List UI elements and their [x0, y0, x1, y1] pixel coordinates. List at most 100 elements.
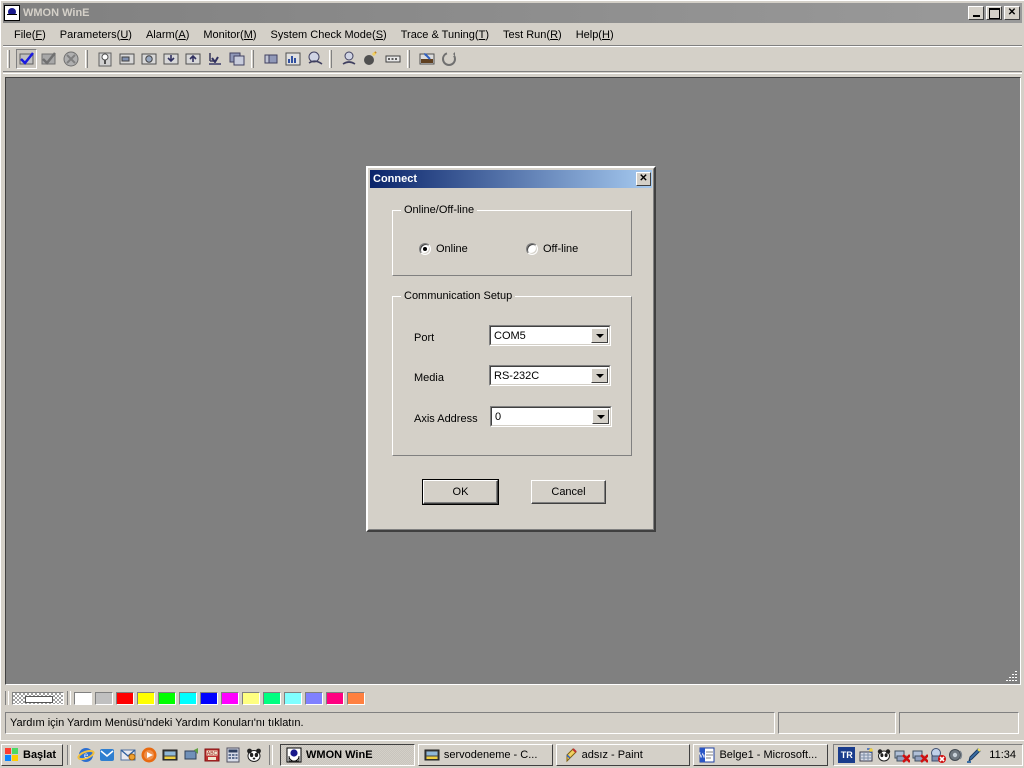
dialog-close-button[interactable]: ✕ — [636, 172, 651, 186]
palette-grip[interactable] — [5, 691, 9, 705]
language-indicator[interactable]: TR — [838, 746, 856, 763]
test-run-icon[interactable] — [416, 49, 437, 69]
media-combobox[interactable]: RS-232C — [489, 365, 611, 386]
help-icon[interactable] — [438, 49, 459, 69]
internet-explorer-icon[interactable]: e — [77, 746, 95, 764]
radio-offline[interactable]: Off-line — [526, 243, 578, 255]
panda-shield-icon[interactable] — [876, 747, 892, 763]
status-panel-2 — [778, 712, 896, 734]
panda-antivirus-icon[interactable] — [245, 746, 263, 764]
ok-button[interactable]: OK — [422, 479, 499, 505]
taskbar-task-label: adsız - Paint — [581, 748, 643, 761]
palette-swatch[interactable] — [95, 691, 113, 705]
palette-swatch[interactable] — [284, 691, 302, 705]
palette-swatch[interactable] — [116, 691, 134, 705]
menu-item-label: Monitor(M) — [203, 29, 257, 41]
port-combobox[interactable]: COM5 — [489, 325, 611, 346]
network-disconnected-icon[interactable] — [894, 747, 912, 763]
minimize-button[interactable] — [968, 6, 984, 20]
palette-swatch[interactable] — [137, 691, 155, 705]
taskbar-task-button[interactable]: adsız - Paint — [555, 743, 691, 766]
palette-swatch[interactable] — [242, 691, 260, 705]
menu-item-h[interactable]: Help(H) — [569, 27, 621, 43]
menu-item-f[interactable]: File(F) — [7, 27, 53, 43]
windows-flag-icon — [5, 747, 20, 762]
jog-icon[interactable] — [382, 49, 403, 69]
task-button-area: WMON WinE servodeneme - C... adsız - Paint… — [277, 743, 831, 766]
menu-item-u[interactable]: Parameters(U) — [53, 27, 139, 43]
device-copy-icon[interactable] — [260, 49, 281, 69]
palette-swatch[interactable] — [221, 691, 239, 705]
media-player-icon[interactable] — [140, 746, 158, 764]
taskbar-task-button[interactable]: servodeneme - C... — [417, 743, 553, 766]
parameter-edit-icon[interactable] — [138, 49, 159, 69]
abc-dictionary-icon[interactable]: ABC — [203, 746, 221, 764]
palette-swatch[interactable] — [263, 691, 281, 705]
palette-swatch[interactable] — [200, 691, 218, 705]
scope-icon[interactable] — [304, 49, 325, 69]
volume-icon[interactable] — [948, 747, 964, 763]
connect-check-icon[interactable] — [16, 49, 37, 69]
palette-transparent-swatch[interactable] — [12, 691, 64, 705]
network-config-icon[interactable] — [858, 747, 874, 763]
servo-app-icon[interactable] — [161, 746, 179, 764]
maximize-button[interactable] — [986, 6, 1002, 20]
palette-swatch[interactable] — [74, 691, 92, 705]
resize-grip-icon[interactable] — [1005, 669, 1018, 682]
menu-item-r[interactable]: Test Run(R) — [496, 27, 569, 43]
menu-item-label: Trace & Tuning(T) — [400, 29, 489, 41]
tray-icon-group — [858, 747, 982, 763]
upload-icon[interactable] — [182, 49, 203, 69]
palette-swatch[interactable] — [179, 691, 197, 705]
toolbar-grip[interactable] — [7, 50, 10, 68]
safely-remove-error-icon[interactable] — [930, 747, 947, 763]
network-disconnected-2-icon[interactable] — [912, 747, 930, 763]
cancel-button[interactable]: Cancel — [531, 480, 606, 504]
disconnect-icon[interactable] — [38, 49, 59, 69]
palette-swatch[interactable] — [305, 691, 323, 705]
system-tray: TR 11:34 — [833, 743, 1023, 766]
axis-address-dropdown-arrow[interactable] — [592, 409, 609, 424]
taskbar-task-label: servodeneme - C... — [443, 748, 538, 761]
radio-online[interactable]: Online — [419, 243, 468, 255]
save-to-device-icon[interactable] — [204, 49, 225, 69]
online-offline-legend: Online/Off-line — [401, 204, 478, 216]
tasks-grip[interactable] — [269, 744, 274, 765]
palette-swatch[interactable] — [158, 691, 176, 705]
stop-icon[interactable] — [60, 49, 81, 69]
window-titlebar: WMON WinE ✕ — [3, 3, 1022, 23]
menu-item-a[interactable]: Alarm(A) — [139, 27, 196, 43]
status-panel-3 — [899, 712, 1019, 734]
clock[interactable]: 11:34 — [985, 749, 1018, 761]
tuning-icon[interactable] — [360, 49, 381, 69]
quicklaunch-grip[interactable] — [67, 744, 72, 765]
calculator-icon[interactable] — [224, 746, 242, 764]
menu-item-m[interactable]: Monitor(M) — [196, 27, 263, 43]
axis-address-combobox[interactable]: 0 — [490, 406, 612, 427]
desktop-tv-icon[interactable] — [182, 746, 200, 764]
palette-swatch[interactable] — [347, 691, 365, 705]
servo-doc-icon — [424, 747, 440, 763]
color-palette-bar — [3, 689, 1021, 707]
compare-icon[interactable] — [226, 49, 247, 69]
port-dropdown-arrow[interactable] — [591, 328, 608, 343]
trace-icon[interactable] — [338, 49, 359, 69]
media-dropdown-arrow[interactable] — [591, 368, 608, 383]
word-icon: W — [699, 747, 715, 763]
parameter-list-icon[interactable] — [116, 49, 137, 69]
monitor-chart-icon[interactable] — [282, 49, 303, 69]
svg-text:e: e — [84, 750, 88, 760]
pen-tablet-icon[interactable] — [966, 747, 982, 763]
palette-swatch[interactable] — [326, 691, 344, 705]
close-button[interactable]: ✕ — [1004, 6, 1020, 20]
download-icon[interactable] — [160, 49, 181, 69]
outlook-express-icon[interactable] — [98, 746, 116, 764]
axis-address-label: Axis Address — [414, 413, 478, 425]
start-button[interactable]: Başlat — [1, 743, 64, 766]
taskbar-task-button[interactable]: W Belge1 - Microsoft... — [693, 743, 829, 766]
menu-item-s[interactable]: System Check Mode(S) — [264, 27, 394, 43]
alarm-icon[interactable] — [94, 49, 115, 69]
menu-item-t[interactable]: Trace & Tuning(T) — [394, 27, 496, 43]
mail-icon[interactable] — [119, 746, 137, 764]
taskbar-task-button[interactable]: WMON WinE — [280, 743, 415, 766]
